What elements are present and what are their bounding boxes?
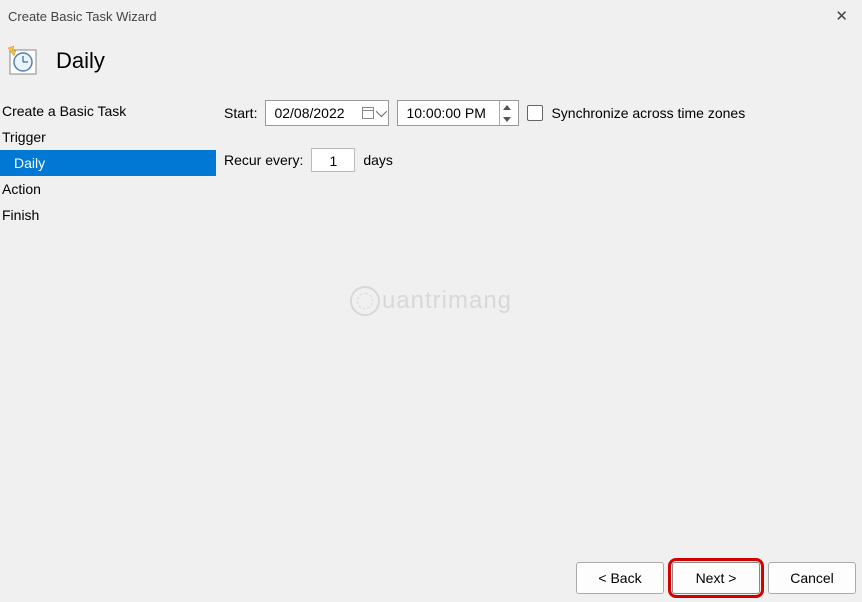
start-time-value: 10:00:00 PM [406, 105, 485, 121]
sidebar-step-trigger[interactable]: Trigger [0, 124, 216, 150]
page-title: Daily [56, 48, 105, 74]
wizard-footer: < Back Next > Cancel [576, 558, 856, 598]
next-button[interactable]: Next > [672, 562, 760, 594]
back-button[interactable]: < Back [576, 562, 664, 594]
start-date-value: 02/08/2022 [274, 105, 344, 121]
wizard-header: Daily [0, 32, 862, 98]
cancel-button[interactable]: Cancel [768, 562, 856, 594]
sidebar-step-action[interactable]: Action [0, 176, 216, 202]
sidebar-step-create[interactable]: Create a Basic Task [0, 98, 216, 124]
date-picker-icon[interactable] [362, 107, 384, 119]
chevron-down-icon [376, 106, 387, 117]
watermark-icon [350, 286, 380, 316]
sidebar-step-daily[interactable]: Daily [0, 150, 216, 176]
wizard-content: Start: 02/08/2022 10:00:00 PM Synchroniz… [216, 98, 862, 228]
recur-label: Recur every: [224, 152, 303, 168]
sync-label[interactable]: Synchronize across time zones [551, 105, 745, 121]
next-button-highlight: Next > [668, 558, 764, 598]
sync-checkbox[interactable] [527, 105, 543, 121]
start-label: Start: [224, 105, 257, 121]
watermark: uantrimang [350, 286, 512, 316]
start-time-input[interactable]: 10:00:00 PM [397, 100, 519, 126]
time-spinner [499, 101, 514, 125]
spinner-up-icon[interactable] [502, 102, 512, 112]
recur-input[interactable]: 1 [311, 148, 355, 172]
recur-unit: days [363, 152, 393, 168]
watermark-text: uantrimang [382, 287, 512, 315]
close-icon[interactable]: ✕ [829, 7, 854, 25]
calendar-icon [362, 107, 374, 119]
wizard-sidebar: Create a Basic Task Trigger Daily Action… [0, 98, 216, 228]
start-date-input[interactable]: 02/08/2022 [265, 100, 389, 126]
sidebar-step-finish[interactable]: Finish [0, 202, 216, 228]
spinner-down-icon[interactable] [502, 114, 512, 124]
window-title: Create Basic Task Wizard [8, 9, 157, 24]
titlebar: Create Basic Task Wizard ✕ [0, 0, 862, 32]
clock-icon [6, 44, 40, 78]
